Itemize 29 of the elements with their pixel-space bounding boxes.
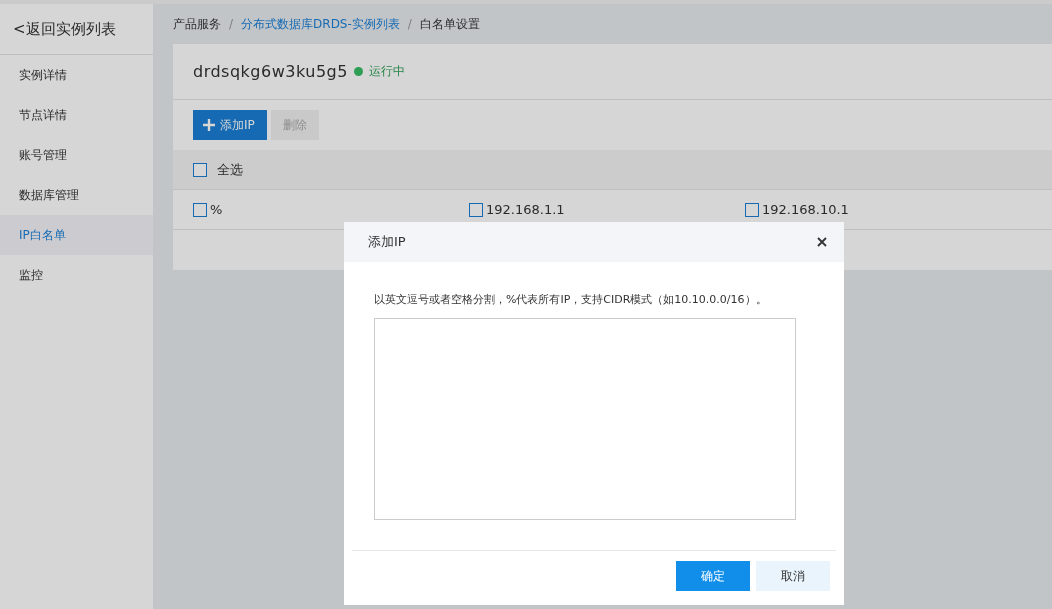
sidebar-item[interactable]: IP白名单	[0, 215, 153, 255]
plus-icon	[203, 119, 215, 131]
close-button[interactable]	[816, 236, 828, 248]
breadcrumb-item: 产品服务	[173, 15, 221, 33]
sidebar-item[interactable]: 监控	[0, 255, 153, 295]
ip-label: 192.168.1.1	[486, 202, 565, 217]
cancel-button[interactable]: 取消	[756, 561, 830, 591]
instance-name: drdsqkg6w3ku5g5	[193, 62, 348, 81]
back-link[interactable]: <返回实例列表	[0, 4, 153, 55]
checkbox[interactable]	[193, 162, 207, 177]
sidebar-item[interactable]: 实例详情	[0, 55, 153, 95]
breadcrumb-separator: /	[229, 17, 234, 31]
breadcrumb-item: 白名单设置	[419, 15, 480, 33]
ip-input-field[interactable]	[374, 318, 796, 520]
add-ip-button[interactable]: 添加IP	[193, 110, 267, 140]
hint-text: 以英文逗号或者空格分割，%代表所有IP，支持CIDR模式（如10.10.0.0/16）。	[374, 292, 768, 307]
sidebar-item[interactable]: 数据库管理	[0, 175, 153, 215]
sidebar-item[interactable]: 账号管理	[0, 135, 153, 175]
checkbox[interactable]	[745, 202, 759, 217]
dialog-title: 添加IP	[368, 233, 406, 251]
select-all-label: 全选	[217, 160, 243, 179]
checkbox[interactable]	[469, 202, 483, 217]
close-icon	[816, 236, 828, 248]
ip-label: %	[210, 202, 223, 217]
sidebar-item[interactable]: 节点详情	[0, 95, 153, 135]
checkbox[interactable]	[193, 202, 207, 217]
ip-label: 192.168.10.1	[762, 202, 849, 217]
breadcrumb-separator: /	[407, 17, 412, 31]
status-text: 运行中	[368, 63, 405, 80]
